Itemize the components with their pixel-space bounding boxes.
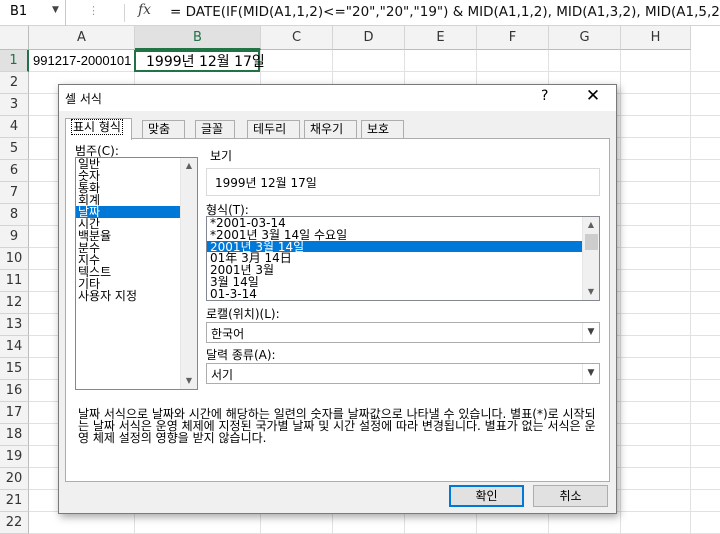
row-header-1[interactable]: 1 [0,50,29,72]
tab-border[interactable]: 테두리 [247,120,300,139]
type-item[interactable]: *2001년 3월 14일 수요일 [207,229,599,241]
tab-alignment[interactable]: 맞춤 [142,120,185,139]
type-item[interactable]: 2001년 3월 [207,264,599,276]
row-header-19[interactable]: 19 [0,446,29,468]
locale-select[interactable]: 한국어 ▼ [206,322,600,343]
close-icon[interactable]: ✕ [583,86,603,106]
tab-font[interactable]: 글꼴 [195,120,235,139]
select-all-corner[interactable] [0,26,29,50]
column-header-f[interactable]: F [477,26,549,50]
scroll-down-icon[interactable]: ▼ [181,373,197,389]
row-header-11[interactable]: 11 [0,270,29,292]
tab-protection[interactable]: 보호 [361,120,404,139]
calendar-select[interactable]: 서기 ▼ [206,363,600,384]
type-scrollbar[interactable]: ▲ ▼ [582,217,599,300]
row-header-18[interactable]: 18 [0,424,29,446]
row-header-17[interactable]: 17 [0,402,29,424]
row-header-9[interactable]: 9 [0,226,29,248]
locale-label: 로캘(위치)(L): [206,307,280,321]
calendar-value: 서기 [211,368,234,382]
column-header-h[interactable]: H [621,26,691,50]
column-header-c[interactable]: C [261,26,333,50]
calendar-label: 달력 종류(A): [206,348,276,362]
category-scrollbar[interactable]: ▲ ▼ [180,158,197,389]
dialog-title: 셀 서식 [65,92,102,106]
gridline-vertical [690,50,691,534]
column-header-d[interactable]: D [333,26,405,50]
row-header-22[interactable]: 22 [0,512,29,534]
chevron-down-icon[interactable]: ▼ [582,323,599,342]
excel-window: B1 ▼ ⋮ fx = DATE(IF(MID(A1,1,2)<="20","2… [0,0,720,534]
column-header-a[interactable]: A [29,26,135,50]
row-header-2[interactable]: 2 [0,72,29,94]
row-header-12[interactable]: 12 [0,292,29,314]
row-header-21[interactable]: 21 [0,490,29,512]
locale-value: 한국어 [211,327,245,341]
row-header-3[interactable]: 3 [0,94,29,116]
cell-a1[interactable]: 991217-2000101 [33,50,133,72]
formula-input[interactable]: = DATE(IF(MID(A1,1,2)<="20","20","19") &… [170,4,720,20]
chevron-down-icon[interactable]: ▼ [52,5,59,15]
row-header-13[interactable]: 13 [0,314,29,336]
type-item[interactable]: 01-3-14 [207,288,599,300]
formula-bar-grip-icon: ⋮ [88,4,100,17]
type-items: *2001-03-14 *2001년 3월 14일 수요일 2001년 3월 14일… [207,217,599,300]
column-header-g[interactable]: G [549,26,621,50]
row-header-5[interactable]: 5 [0,138,29,160]
sample-label: 보기 [210,149,233,163]
help-icon[interactable]: ? [541,88,548,104]
row-header-7[interactable]: 7 [0,182,29,204]
row-header-8[interactable]: 8 [0,204,29,226]
type-item[interactable]: 3월 14일 [207,276,599,288]
row-header-15[interactable]: 15 [0,358,29,380]
scroll-thumb[interactable] [585,234,598,250]
dialog-titlebar[interactable]: 셀 서식 ? ✕ [59,85,616,111]
category-list[interactable]: 일반 숫자 통화 회계 날짜 시간 백분율 분수 지수 텍스트 기타 사용자 지정 ▲ ▼ [75,157,198,390]
row-header-10[interactable]: 10 [0,248,29,270]
formula-bar-divider [124,4,125,22]
column-header-e[interactable]: E [405,26,477,50]
row-header-20[interactable]: 20 [0,468,29,490]
tab-number[interactable]: 표시 형식 [65,118,132,140]
chevron-down-icon[interactable]: ▼ [582,364,599,383]
name-box-value: B1 [10,4,28,19]
row-header-6[interactable]: 6 [0,160,29,182]
ok-button[interactable]: 확인 [449,485,524,507]
format-cells-dialog: 셀 서식 ? ✕ 표시 형식 맞춤 글꼴 테두리 채우기 보호 범주(C): 일… [58,84,617,514]
tab-fill[interactable]: 채우기 [304,120,357,139]
number-format-panel: 범주(C): 일반 숫자 통화 회계 날짜 시간 백분율 분수 지수 텍스트 기타 사용자 지정 ▲ … [65,138,610,482]
row-header-4[interactable]: 4 [0,116,29,138]
scroll-down-icon[interactable]: ▼ [583,284,599,300]
cancel-button[interactable]: 취소 [533,485,608,507]
category-item[interactable]: 사용자 지정 [76,290,197,302]
scroll-up-icon[interactable]: ▲ [583,217,599,233]
sample-preview: 1999년 12월 17일 [206,168,600,196]
cell-b1[interactable]: 1999년 12월 17일 [134,50,265,72]
category-items: 일반 숫자 통화 회계 날짜 시간 백분율 분수 지수 텍스트 기타 사용자 지정 [76,158,197,302]
row-header-14[interactable]: 14 [0,336,29,358]
gridline-vertical [620,50,621,534]
row-header-16[interactable]: 16 [0,380,29,402]
formula-bar: B1 ▼ ⋮ fx = DATE(IF(MID(A1,1,2)<="20","2… [0,0,720,26]
tab-number-label: 표시 형식 [71,119,123,135]
column-header-b[interactable]: B [135,26,261,50]
type-list[interactable]: *2001-03-14 *2001년 3월 14일 수요일 2001년 3월 14일… [206,216,600,301]
name-box[interactable]: B1 ▼ [0,0,66,26]
insert-function-icon[interactable]: fx [138,2,151,18]
scroll-up-icon[interactable]: ▲ [181,158,197,174]
format-description: 날짜 서식으로 날짜와 시간에 해당하는 일련의 숫자를 날짜값으로 나타낼 수… [78,407,596,445]
